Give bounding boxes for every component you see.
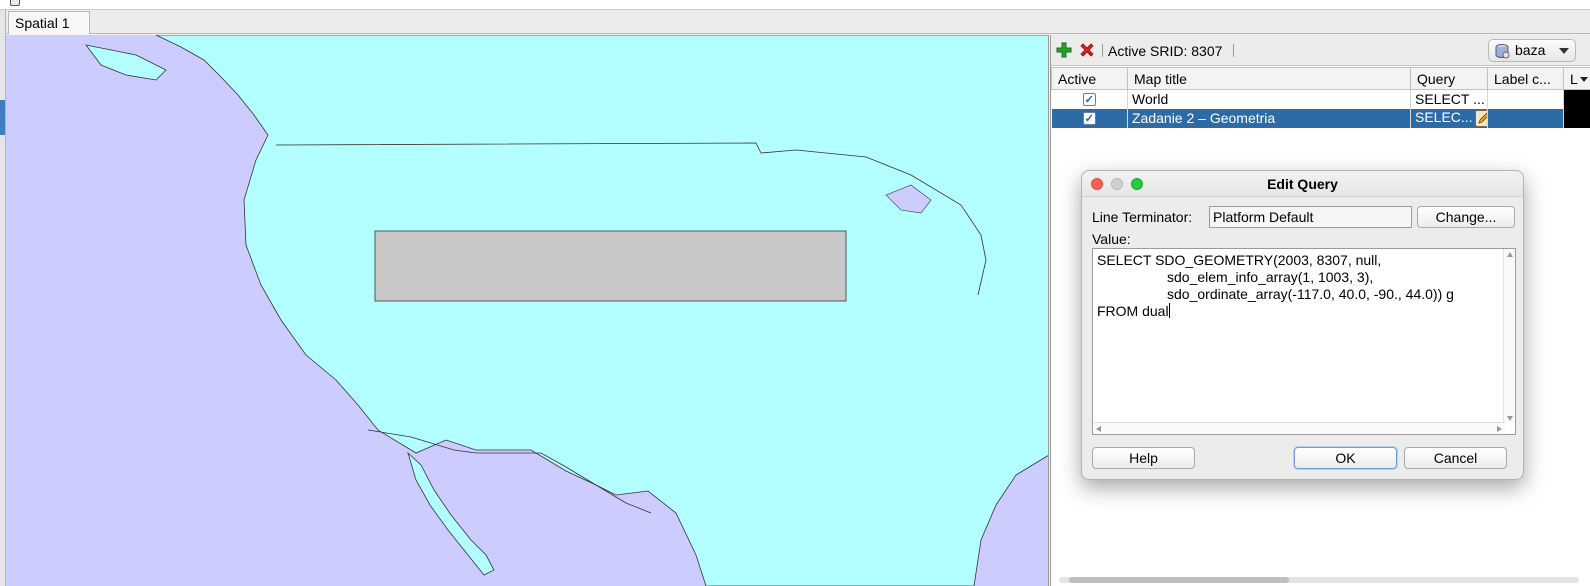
query-line: sdo_ordinate_array(-117.0, 40.0, -90., 4… [1097, 286, 1454, 302]
active-srid-label: Active SRID: 8307 [1108, 43, 1223, 59]
dialog-title: Edit Query [1267, 176, 1338, 192]
database-icon [1495, 44, 1510, 59]
horizontal-scrollbar[interactable] [1093, 422, 1505, 434]
map-svg[interactable] [6, 35, 1049, 586]
layers-table: Active Map title Query Label c... L ✓ Wo… [1051, 67, 1590, 128]
layer-color-swatch[interactable] [1563, 89, 1590, 109]
remove-layer-icon[interactable] [1078, 41, 1096, 59]
tab-bar: Spatial 1 [6, 10, 1590, 34]
dialog-titlebar[interactable]: Edit Query [1082, 171, 1523, 197]
query-line: sdo_elem_info_array(1, 1003, 3), [1097, 269, 1374, 285]
query-text-area[interactable]: SELECT SDO_GEOMETRY(2003, 8307, null, sd… [1092, 248, 1516, 435]
query-line: FROM dual [1097, 303, 1169, 319]
scroll-down-icon[interactable] [1507, 416, 1513, 421]
layer-query: SELEC... [1415, 109, 1473, 126]
scroll-left-icon[interactable] [1096, 426, 1101, 432]
column-header-line[interactable]: L [1563, 67, 1590, 90]
query-geometry-rectangle [374, 230, 847, 302]
column-header-query[interactable]: Query [1410, 67, 1488, 90]
column-header-label-column[interactable]: Label c... [1487, 67, 1564, 90]
connection-select[interactable]: baza [1488, 39, 1576, 62]
layer-query-cell[interactable]: SELEC... [1410, 108, 1488, 128]
edit-query-dialog: Edit Query Line Terminator: Change... Va… [1081, 170, 1524, 480]
layer-active-checkbox[interactable]: ✓ [1082, 92, 1096, 106]
vertical-scrollbar[interactable] [1503, 249, 1515, 424]
table-row[interactable]: ✓ World SELECT ... [1051, 89, 1590, 109]
scroll-right-icon[interactable] [1497, 426, 1502, 432]
ok-button[interactable]: OK [1294, 447, 1397, 469]
column-header-line-label: L [1570, 70, 1578, 87]
scrollbar-thumb[interactable] [1069, 577, 1289, 583]
cancel-button[interactable]: Cancel [1404, 447, 1507, 469]
query-line: SELECT SDO_GEOMETRY(2003, 8307, null, [1097, 252, 1382, 268]
toolbar-separator [1233, 44, 1234, 57]
line-terminator-field[interactable] [1209, 206, 1412, 228]
window-top-strip [0, 0, 1590, 10]
scroll-up-icon[interactable] [1507, 252, 1513, 257]
window-icon [10, 0, 20, 6]
layer-title: World [1127, 89, 1411, 109]
query-text[interactable]: SELECT SDO_GEOMETRY(2003, 8307, null, sd… [1097, 252, 1454, 320]
layer-label-column[interactable] [1487, 108, 1564, 128]
chevron-down-icon[interactable] [1579, 77, 1588, 83]
layer-query[interactable]: SELECT ... [1410, 89, 1488, 109]
chevron-down-icon [1559, 48, 1569, 54]
table-header-row: Active Map title Query Label c... L [1051, 67, 1590, 90]
layer-label-column[interactable] [1487, 89, 1564, 109]
table-row[interactable]: ✓ Zadanie 2 – Geometria SELEC... [1051, 108, 1590, 128]
left-panel-marker [0, 100, 5, 135]
help-button[interactable]: Help [1092, 447, 1195, 469]
connection-name: baza [1515, 42, 1546, 58]
panel-horizontal-scrollbar[interactable] [1059, 577, 1579, 583]
change-button[interactable]: Change... [1417, 206, 1515, 228]
map-canvas[interactable] [6, 35, 1049, 586]
column-header-map-title[interactable]: Map title [1127, 67, 1411, 90]
text-caret [1168, 303, 1170, 318]
tab-spatial-1[interactable]: Spatial 1 [8, 11, 90, 34]
line-terminator-label: Line Terminator: [1092, 209, 1193, 225]
layer-title: Zadanie 2 – Geometria [1127, 108, 1411, 128]
layers-toolbar: Active SRID: 8307 baza [1051, 35, 1590, 66]
column-header-active[interactable]: Active [1051, 67, 1128, 90]
add-layer-icon[interactable] [1055, 41, 1073, 59]
value-label: Value: [1092, 231, 1131, 247]
edit-pencil-icon[interactable] [1474, 109, 1487, 127]
toolbar-separator [1102, 44, 1103, 57]
layer-color-swatch[interactable] [1563, 108, 1590, 128]
layer-active-checkbox[interactable]: ✓ [1082, 111, 1096, 125]
